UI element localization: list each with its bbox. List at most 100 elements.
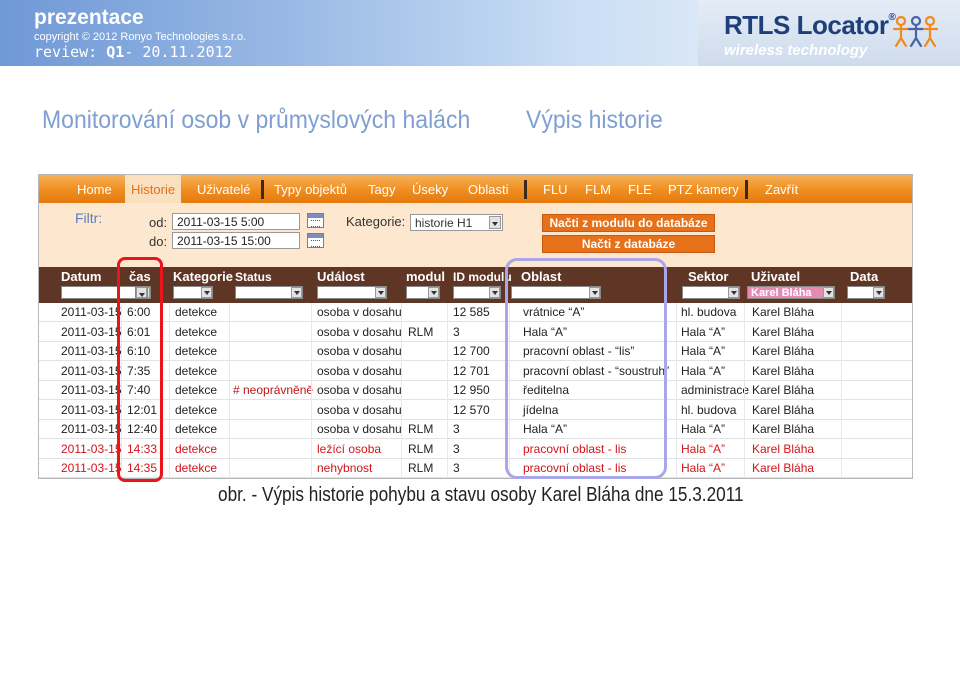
load-from-module-button[interactable]: Načti z modulu do databáze xyxy=(542,214,715,232)
cell-sektor: hl. budova xyxy=(681,305,737,319)
id-modulu-filter-select[interactable] xyxy=(453,286,501,299)
cell-uzivatel: Karel Bláha xyxy=(752,422,815,436)
column-divider xyxy=(447,303,448,478)
cell-modul: RLM xyxy=(408,324,434,339)
nav-typy-objektu[interactable]: Typy objektů xyxy=(274,182,347,197)
logo-subtitle: wireless technology xyxy=(724,42,868,59)
nav-historie[interactable]: Historie xyxy=(125,175,182,203)
cell-udalost: osoba v dosahu xyxy=(317,344,402,358)
udalost-filter-select[interactable] xyxy=(317,286,387,299)
chevron-down-icon[interactable] xyxy=(291,287,302,298)
nav-uzivatele[interactable]: Uživatelé xyxy=(197,182,250,197)
cell-kategorie: detekce xyxy=(175,461,218,475)
cell-datum: 2011-03-15 xyxy=(61,383,122,397)
kategorie-filter-select[interactable] xyxy=(173,286,213,299)
cell-modul: RLM xyxy=(408,441,434,456)
copyright-text: copyright © 2012 Ronyo Technologies s.r.… xyxy=(34,31,247,43)
nav-zavrit[interactable]: Zavřít xyxy=(765,182,798,197)
cell-id-modulu: 3 xyxy=(453,441,460,456)
chevron-down-icon[interactable] xyxy=(873,287,884,298)
nav-flu[interactable]: FLU xyxy=(543,182,568,197)
cell-datum: 2011-03-15 xyxy=(61,363,122,378)
cell-kategorie: detekce xyxy=(175,305,218,319)
column-udalost[interactable]: Událost xyxy=(317,269,365,284)
column-status[interactable]: Status xyxy=(235,270,272,284)
nav-ptz-kamery[interactable]: PTZ kamery xyxy=(668,182,739,197)
date-to-field[interactable]: 2011-03-15 15:00 xyxy=(172,232,300,249)
column-modul[interactable]: modul xyxy=(406,269,445,284)
cell-uzivatel: Karel Bláha xyxy=(752,461,815,475)
cell-kategorie: detekce xyxy=(175,383,218,397)
sektor-filter-select[interactable] xyxy=(682,286,740,299)
cell-datum: 2011-03-15 xyxy=(61,324,122,339)
nav-home[interactable]: Home xyxy=(77,182,112,197)
logo-text: RTLS Locator xyxy=(724,10,889,40)
cell-sektor: hl. budova xyxy=(681,402,737,417)
header-band: prezentace copyright © 2012 Ronyo Techno… xyxy=(0,0,960,66)
chevron-down-icon[interactable] xyxy=(728,287,739,298)
chevron-down-icon[interactable] xyxy=(823,287,834,298)
figure-caption: obr. - Výpis historie pohybu a stavu oso… xyxy=(218,484,744,506)
page-subtitle: Výpis historie xyxy=(526,106,663,134)
area-column-highlight xyxy=(505,258,667,479)
from-label: od: xyxy=(149,215,168,230)
cell-uzivatel: Karel Bláha xyxy=(752,402,815,417)
column-sektor[interactable]: Sektor xyxy=(688,269,728,284)
category-label: Kategorie: xyxy=(346,214,406,229)
cell-udalost: osoba v dosahu xyxy=(317,305,402,319)
date-from-field[interactable]: 2011-03-15 5:00 xyxy=(172,213,300,230)
review-quarter: Q1 xyxy=(106,43,125,61)
column-divider xyxy=(676,303,677,478)
calendar-icon[interactable] xyxy=(307,213,324,228)
uzivatel-filter-select[interactable]: Karel Bláha xyxy=(747,286,835,299)
cell-uzivatel: Karel Bláha xyxy=(752,305,815,319)
cell-udalost: ležící osoba xyxy=(317,441,382,456)
cell-udalost: osoba v dosahu xyxy=(317,383,402,397)
chevron-down-icon[interactable] xyxy=(201,287,212,298)
table-header: Datum čas Kategorie Status Událost modul… xyxy=(39,267,912,303)
status-filter-select[interactable] xyxy=(235,286,303,299)
cell-udalost: osoba v dosahu xyxy=(317,324,402,339)
review-line: review: Q1- 20.11.2012 xyxy=(34,43,233,61)
column-datum[interactable]: Datum xyxy=(61,269,101,284)
load-from-database-button[interactable]: Načti z databáze xyxy=(542,235,715,253)
chevron-down-icon[interactable] xyxy=(489,216,501,229)
chevron-down-icon[interactable] xyxy=(428,287,439,298)
calendar-icon[interactable] xyxy=(307,233,324,248)
cell-id-modulu: 3 xyxy=(453,324,460,339)
cell-uzivatel: Karel Bláha xyxy=(752,324,815,339)
column-uzivatel[interactable]: Uživatel xyxy=(751,269,800,284)
cell-kategorie: detekce xyxy=(175,363,218,378)
cell-sektor: Hala “A” xyxy=(681,461,726,475)
cell-udalost: nehybnost xyxy=(317,461,373,475)
page-title: Monitorování osob v průmyslových halách xyxy=(42,106,471,134)
nav-fle[interactable]: FLE xyxy=(628,182,652,197)
nav-oblasti[interactable]: Oblasti xyxy=(468,182,508,197)
cell-kategorie: detekce xyxy=(175,441,218,456)
chevron-down-icon[interactable] xyxy=(375,287,386,298)
time-column-highlight xyxy=(117,257,163,482)
nav-flm[interactable]: FLM xyxy=(585,182,611,197)
to-label: do: xyxy=(149,234,168,249)
review-date: - 20.11.2012 xyxy=(124,43,233,61)
nav-useky[interactable]: Úseky xyxy=(412,182,448,197)
column-kategorie[interactable]: Kategorie xyxy=(173,269,233,284)
nav-tagy[interactable]: Tagy xyxy=(368,182,395,197)
cell-id-modulu: 12 700 xyxy=(453,344,490,358)
cell-id-modulu: 3 xyxy=(453,461,460,475)
modul-filter-select[interactable] xyxy=(406,286,440,299)
uzivatel-filter-value: Karel Bláha xyxy=(751,287,812,299)
cell-sektor: Hala “A” xyxy=(681,422,726,436)
chevron-down-icon[interactable] xyxy=(489,287,500,298)
cell-datum: 2011-03-15 xyxy=(61,461,122,475)
nav-separator xyxy=(524,180,527,199)
presentation-title: prezentace xyxy=(34,6,144,29)
cell-uzivatel: Karel Bláha xyxy=(752,363,815,378)
data-filter-select[interactable] xyxy=(847,286,885,299)
category-select[interactable]: historie H1 xyxy=(410,214,503,231)
column-id-modulu[interactable]: ID modulu xyxy=(453,270,512,284)
cell-datum: 2011-03-15 xyxy=(61,305,122,319)
cell-datum: 2011-03-15 xyxy=(61,344,122,358)
column-data[interactable]: Data xyxy=(850,269,878,284)
cell-id-modulu: 12 585 xyxy=(453,305,490,319)
